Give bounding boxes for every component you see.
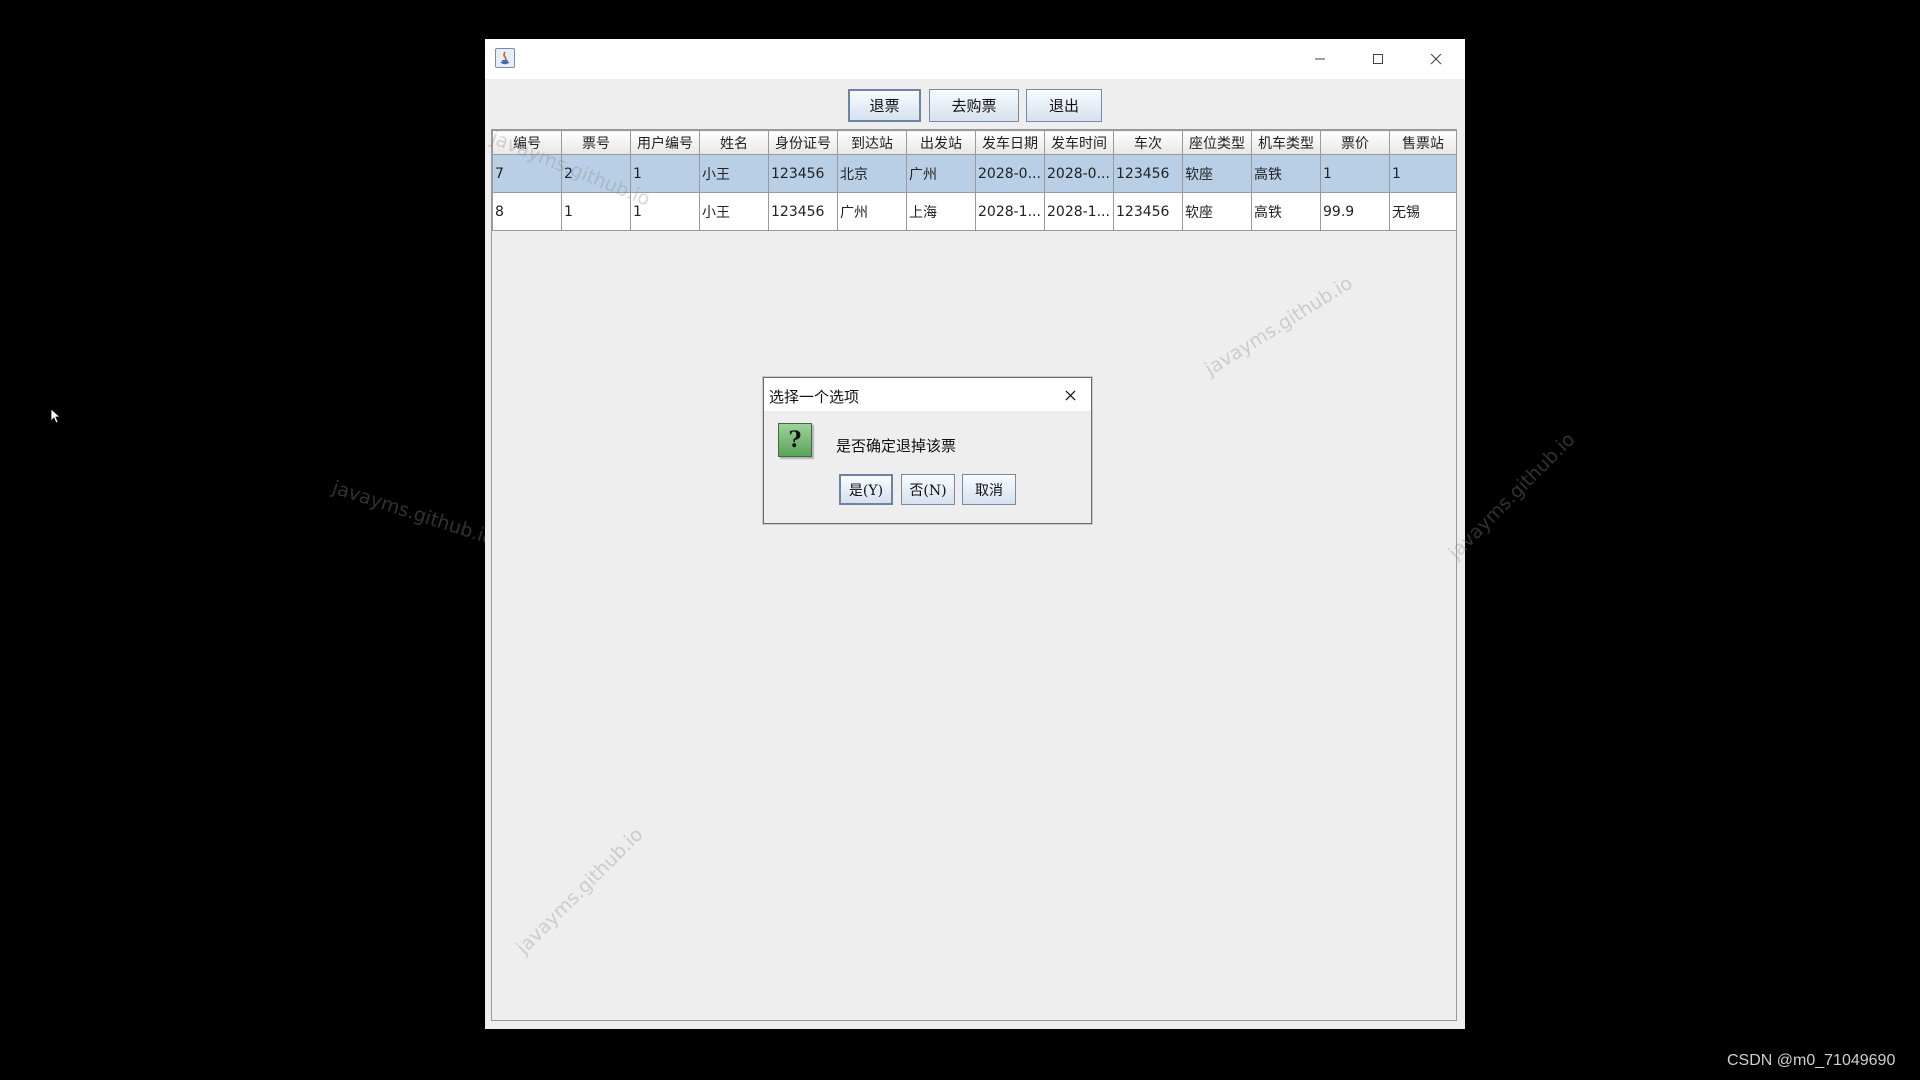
table-cell[interactable]: 高铁 bbox=[1251, 154, 1321, 193]
table-cell[interactable]: 1 bbox=[1320, 154, 1390, 193]
table-cell[interactable]: 无锡 bbox=[1389, 192, 1457, 231]
column-header[interactable]: 姓名 bbox=[699, 130, 769, 155]
close-icon bbox=[1430, 53, 1442, 65]
mouse-cursor-icon bbox=[50, 408, 62, 428]
column-header[interactable]: 票价 bbox=[1320, 130, 1390, 155]
column-header[interactable]: 发车时间 bbox=[1044, 130, 1114, 155]
table-cell[interactable]: 广州 bbox=[837, 192, 907, 231]
maximize-icon bbox=[1373, 54, 1383, 64]
column-header[interactable]: 出发站 bbox=[906, 130, 976, 155]
watermark: javayms.github.io bbox=[512, 823, 648, 959]
column-header[interactable]: 机车类型 bbox=[1251, 130, 1321, 155]
table-cell[interactable]: 123456 bbox=[768, 154, 838, 193]
window-title-bar[interactable] bbox=[485, 39, 1465, 79]
maximize-button[interactable] bbox=[1349, 39, 1407, 79]
table-cell[interactable]: 1 bbox=[1389, 154, 1457, 193]
table-cell[interactable]: 2028-0... bbox=[975, 154, 1045, 193]
credit-text: CSDN @m0_71049690 bbox=[1727, 1052, 1896, 1069]
column-header[interactable]: 座位类型 bbox=[1182, 130, 1252, 155]
watermark: javayms.github.io bbox=[1201, 271, 1357, 381]
cancel-button[interactable]: 取消 bbox=[962, 474, 1016, 505]
close-icon bbox=[1064, 389, 1076, 401]
dialog-title: 选择一个选项 bbox=[769, 388, 860, 406]
table-cell[interactable]: 2028-1... bbox=[975, 192, 1045, 231]
column-header[interactable]: 车次 bbox=[1113, 130, 1183, 155]
close-window-button[interactable] bbox=[1407, 39, 1465, 79]
dialog-close-button[interactable] bbox=[1056, 382, 1084, 408]
no-button[interactable]: 否(N) bbox=[901, 474, 955, 505]
table-cell[interactable]: 软座 bbox=[1182, 192, 1252, 231]
minimize-button[interactable] bbox=[1291, 39, 1349, 79]
question-icon: ? bbox=[778, 423, 812, 457]
table-cell[interactable]: 小王 bbox=[699, 192, 769, 231]
dialog-title-bar[interactable]: 选择一个选项 bbox=[764, 378, 1091, 411]
table-cell[interactable]: 软座 bbox=[1182, 154, 1252, 193]
table-cell[interactable]: 上海 bbox=[906, 192, 976, 231]
table-cell[interactable]: 123456 bbox=[768, 192, 838, 231]
main-window: 退票 去购票 退出 编号 票号 用户编号 姓名 身份证号 到达站 出发站 发车日期 发车时间 车次… bbox=[485, 39, 1465, 1029]
column-header[interactable]: 发车日期 bbox=[975, 130, 1045, 155]
confirm-dialog: 选择一个选项 ? 是否确定退掉该票 是(Y) 否(N) 取消 bbox=[763, 377, 1092, 524]
table-cell[interactable]: 2028-0... bbox=[1044, 154, 1114, 193]
java-icon bbox=[495, 48, 515, 68]
table-cell[interactable]: 2028-1... bbox=[1044, 192, 1114, 231]
yes-button[interactable]: 是(Y) bbox=[839, 474, 893, 505]
exit-button[interactable]: 退出 bbox=[1026, 89, 1102, 122]
column-header[interactable]: 售票站 bbox=[1389, 130, 1457, 155]
dialog-message: 是否确定退掉该票 bbox=[836, 437, 957, 455]
column-header[interactable]: 票号 bbox=[561, 130, 631, 155]
table-cell[interactable]: 99.9 bbox=[1320, 192, 1390, 231]
column-header[interactable]: 到达站 bbox=[837, 130, 907, 155]
column-header[interactable]: 用户编号 bbox=[630, 130, 700, 155]
table-cell[interactable]: 8 bbox=[492, 192, 562, 231]
watermark: javayms.github.io bbox=[329, 476, 498, 550]
ticket-table-viewport[interactable]: 编号 票号 用户编号 姓名 身份证号 到达站 出发站 发车日期 发车时间 车次 座位类型 机车类型 票价… bbox=[488, 127, 1457, 1021]
table-cell[interactable]: 高铁 bbox=[1251, 192, 1321, 231]
table-cell[interactable]: 小王 bbox=[699, 154, 769, 193]
table-header-row: 编号 票号 用户编号 姓名 身份证号 到达站 出发站 发车日期 发车时间 车次 座位类型 机车类型 票价… bbox=[492, 130, 1457, 155]
refund-button[interactable]: 退票 bbox=[848, 89, 921, 122]
buy-ticket-button[interactable]: 去购票 bbox=[929, 89, 1019, 122]
table-cell[interactable]: 123456 bbox=[1113, 192, 1183, 231]
table-cell[interactable]: 123456 bbox=[1113, 154, 1183, 193]
ticket-table[interactable]: 编号 票号 用户编号 姓名 身份证号 到达站 出发站 发车日期 发车时间 车次 座位类型 机车类型 票价… bbox=[492, 130, 1457, 231]
minimize-icon bbox=[1315, 58, 1325, 60]
column-header[interactable]: 身份证号 bbox=[768, 130, 838, 155]
table-cell[interactable]: 广州 bbox=[906, 154, 976, 193]
table-cell[interactable]: 北京 bbox=[837, 154, 907, 193]
